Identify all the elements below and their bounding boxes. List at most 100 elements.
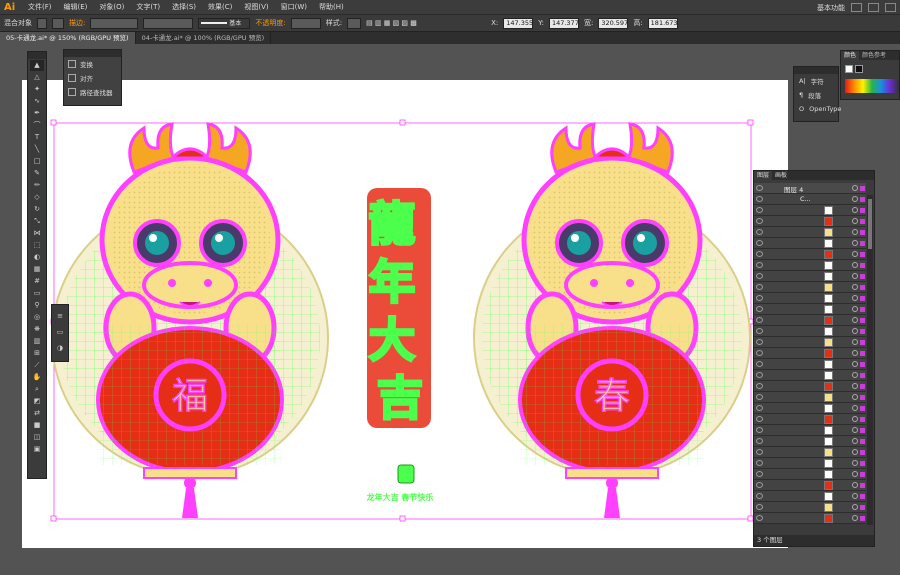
target-icon[interactable]	[852, 405, 858, 411]
curvature-tool-icon[interactable]: ⌒	[30, 120, 44, 131]
panel-item-character[interactable]: A| 字符	[794, 74, 838, 88]
layer-row[interactable]	[754, 282, 866, 293]
layer-row[interactable]	[754, 480, 866, 491]
visibility-eye-icon[interactable]	[756, 218, 763, 224]
layer-row[interactable]	[754, 447, 866, 458]
visibility-eye-icon[interactable]	[756, 427, 763, 433]
menu-effect[interactable]: 效果(C)	[202, 2, 238, 12]
visibility-eye-icon[interactable]	[756, 284, 763, 290]
character-panel-grip[interactable]	[794, 67, 838, 74]
menu-view[interactable]: 视图(V)	[238, 2, 274, 12]
target-icon[interactable]	[852, 482, 858, 488]
layer-row[interactable]	[754, 337, 866, 348]
layer-row-sub[interactable]: C...	[754, 194, 866, 205]
layer-row[interactable]	[754, 381, 866, 392]
type-tool-icon[interactable]: T	[30, 132, 44, 143]
target-icon[interactable]	[852, 295, 858, 301]
visibility-eye-icon[interactable]	[756, 295, 763, 301]
target-icon[interactable]	[852, 515, 858, 521]
target-icon[interactable]	[852, 185, 858, 191]
rotate-tool-icon[interactable]: ↻	[30, 204, 44, 215]
visibility-eye-icon[interactable]	[756, 251, 763, 257]
workspace-switcher[interactable]: 基本功能	[817, 3, 845, 13]
layer-row[interactable]	[754, 260, 866, 271]
visibility-eye-icon[interactable]	[756, 328, 763, 334]
fill-swatch[interactable]	[37, 17, 47, 29]
visibility-eye-icon[interactable]	[756, 515, 763, 521]
target-icon[interactable]	[852, 218, 858, 224]
layer-row[interactable]	[754, 249, 866, 260]
layer-row[interactable]	[754, 227, 866, 238]
popup-item-align[interactable]: 对齐	[64, 71, 121, 85]
magic-wand-tool-icon[interactable]: ✦	[30, 84, 44, 95]
target-icon[interactable]	[852, 229, 858, 235]
layer-row[interactable]	[754, 414, 866, 425]
target-icon[interactable]	[852, 394, 858, 400]
visibility-eye-icon[interactable]	[756, 394, 763, 400]
layer-row[interactable]	[754, 315, 866, 326]
tab-artboards[interactable]: 画板	[772, 171, 790, 180]
direct-selection-tool-icon[interactable]: △	[30, 72, 44, 83]
layer-row[interactable]	[754, 491, 866, 502]
target-icon[interactable]	[852, 361, 858, 367]
menu-edit[interactable]: 编辑(E)	[58, 2, 94, 12]
visibility-eye-icon[interactable]	[756, 339, 763, 345]
target-icon[interactable]	[852, 207, 858, 213]
layer-row[interactable]	[754, 513, 866, 524]
menu-type[interactable]: 文字(T)	[130, 2, 166, 12]
visibility-eye-icon[interactable]	[756, 449, 763, 455]
menu-help[interactable]: 帮助(H)	[313, 2, 350, 12]
visibility-eye-icon[interactable]	[756, 482, 763, 488]
target-icon[interactable]	[852, 493, 858, 499]
visibility-eye-icon[interactable]	[756, 240, 763, 246]
minimize-button[interactable]	[851, 3, 862, 12]
tab-doc-05[interactable]: 05-卡通龙.ai* @ 150% (RGB/GPU 预览)	[0, 32, 136, 44]
tab-color[interactable]: 颜色	[841, 51, 860, 60]
pencil-tool-icon[interactable]: ✏	[30, 180, 44, 191]
eyedropper-tool-icon[interactable]: ⚲	[30, 300, 44, 311]
target-icon[interactable]	[852, 427, 858, 433]
layer-row[interactable]	[754, 238, 866, 249]
width-field[interactable]: 320.597	[598, 17, 629, 29]
height-field[interactable]: 181.673	[647, 17, 678, 29]
stroke-swatch[interactable]	[52, 17, 64, 29]
visibility-eye-icon[interactable]	[756, 493, 763, 499]
visibility-eye-icon[interactable]	[756, 273, 763, 279]
visibility-eye-icon[interactable]	[756, 383, 763, 389]
column-graph-tool-icon[interactable]: ▥	[30, 336, 44, 347]
blend-tool-icon[interactable]: ◎	[30, 312, 44, 323]
lasso-tool-icon[interactable]: ∿	[30, 96, 44, 107]
target-icon[interactable]	[852, 240, 858, 246]
gradient-tool-icon[interactable]: ▭	[30, 288, 44, 299]
tab-layers[interactable]: 图层	[754, 171, 773, 180]
close-button[interactable]	[885, 3, 896, 12]
visibility-eye-icon[interactable]	[756, 471, 763, 477]
target-icon[interactable]	[852, 350, 858, 356]
fill-stroke-icon[interactable]: ◩	[30, 396, 44, 407]
layer-row[interactable]	[754, 458, 866, 469]
transparency-panel-icon[interactable]: ◑	[53, 343, 67, 354]
shape-builder-tool-icon[interactable]: ◐	[30, 252, 44, 263]
panel-item-paragraph[interactable]: ¶ 段落	[794, 88, 838, 102]
symbol-sprayer-tool-icon[interactable]: ❋	[30, 324, 44, 335]
layer-row[interactable]	[754, 392, 866, 403]
line-tool-icon[interactable]: ╲	[30, 144, 44, 155]
stroke-panel-icon[interactable]: ≡	[53, 311, 67, 322]
y-field[interactable]: 147.377	[548, 17, 579, 29]
scrollbar-thumb[interactable]	[868, 199, 872, 249]
visibility-eye-icon[interactable]	[756, 416, 763, 422]
popup-item-transform[interactable]: 变换	[64, 57, 121, 71]
selection-tool-icon[interactable]: ▲	[30, 60, 44, 71]
layer-row[interactable]	[754, 271, 866, 282]
target-icon[interactable]	[852, 273, 858, 279]
visibility-eye-icon[interactable]	[756, 207, 763, 213]
opacity-field[interactable]	[290, 17, 321, 29]
layer-row[interactable]	[754, 304, 866, 315]
visibility-eye-icon[interactable]	[756, 229, 763, 235]
scale-tool-icon[interactable]: ⤡	[30, 216, 44, 227]
visibility-eye-icon[interactable]	[756, 361, 763, 367]
popup-item-pathfinder[interactable]: 路径查找器	[64, 85, 121, 99]
graphic-style-swatch[interactable]	[347, 17, 362, 29]
tools-panel-grip[interactable]	[28, 52, 46, 59]
zoom-tool-icon[interactable]: ⌕	[30, 384, 44, 395]
